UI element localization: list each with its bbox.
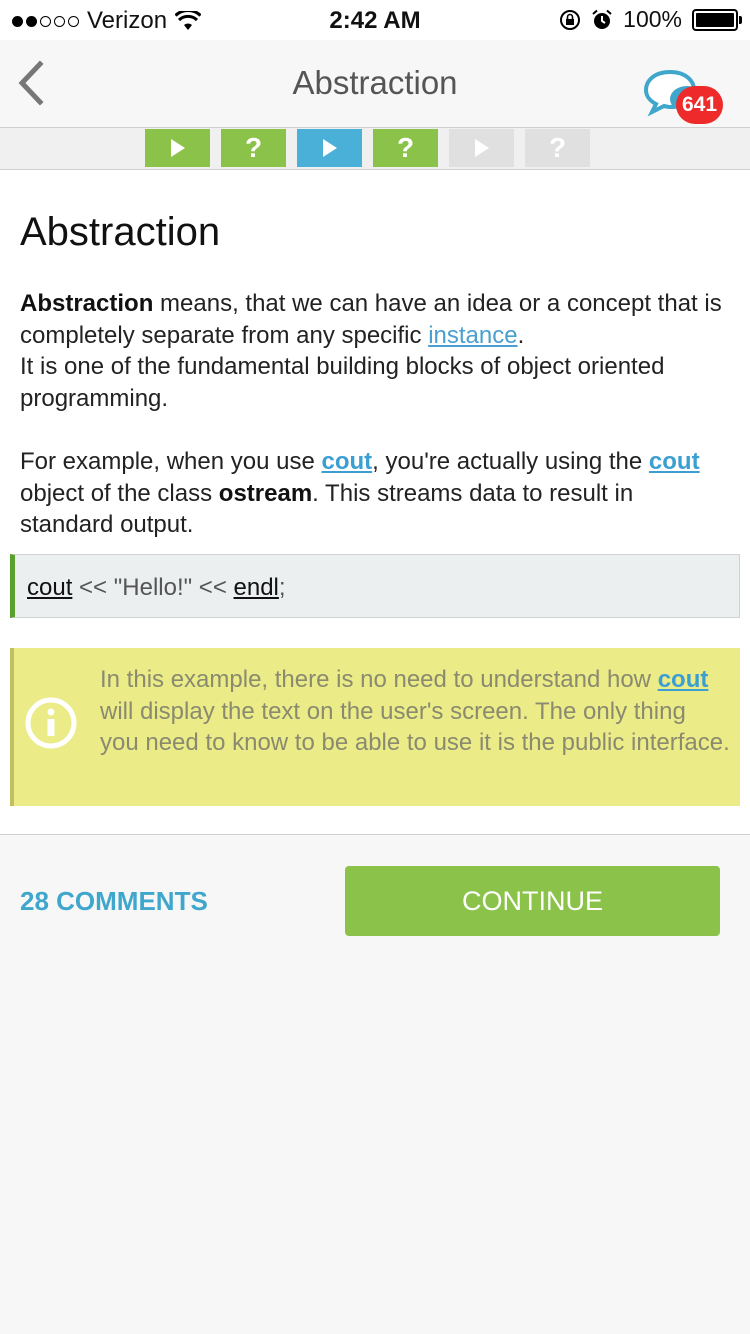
progress-step-3-play[interactable] (297, 129, 362, 167)
lesson-content: Abstraction Abstraction means, that we c… (0, 170, 750, 835)
cout-link[interactable]: cout (658, 666, 709, 693)
play-icon (170, 139, 185, 157)
instance-link[interactable]: instance (428, 322, 517, 349)
class-name-bold: ostream (218, 479, 313, 507)
lesson-heading: Abstraction (20, 210, 221, 254)
lesson-paragraph-1: Abstraction means, that we can have an i… (20, 288, 725, 414)
code-text: << "Hello!" << (72, 574, 234, 601)
info-note: In this example, there is no need to und… (10, 648, 740, 806)
paragraph-text: object of the class (20, 479, 219, 507)
chat-count-badge: 641 (676, 86, 724, 124)
progress-step-6-quiz[interactable]: ? (525, 129, 590, 167)
progress-step-4-quiz[interactable]: ? (373, 129, 438, 167)
info-note-text: In this example, there is no need to und… (100, 664, 730, 759)
play-icon (474, 139, 489, 157)
code-token-endl[interactable]: endl (234, 574, 279, 601)
term-bold: Abstraction (20, 290, 154, 317)
quiz-icon: ? (244, 132, 263, 163)
code-block: cout << "Hello!" << endl; (10, 554, 740, 618)
page-title: Abstraction (292, 64, 458, 101)
continue-button[interactable]: CONTINUE (345, 866, 720, 936)
note-text: will display the text on the user's scre… (100, 697, 730, 757)
comments-button[interactable]: 28 COMMENTS (20, 886, 208, 917)
quiz-icon: ? (396, 132, 415, 163)
cout-link[interactable]: cout (649, 448, 700, 475)
code-text: ; (278, 574, 286, 601)
progress-step-1-play[interactable] (145, 129, 210, 167)
code-token-cout[interactable]: cout (27, 574, 72, 601)
quiz-icon: ? (548, 132, 567, 163)
orientation-lock-icon (560, 9, 581, 30)
alarm-icon (592, 9, 612, 29)
battery-icon (692, 8, 742, 31)
paragraph-text: It is one of the fundamental building bl… (20, 353, 665, 412)
status-right: 100% (559, 6, 742, 33)
status-bar: Verizon 2:42 AM 100% (0, 0, 750, 40)
lesson-paragraph-2: For example, when you use cout, you're a… (20, 446, 725, 541)
note-text: In this example, there is no need to und… (100, 666, 658, 693)
cout-link[interactable]: cout (322, 448, 373, 475)
progress-step-2-quiz[interactable]: ? (221, 129, 286, 167)
battery-percent: 100% (623, 6, 682, 32)
progress-step-5-play[interactable] (449, 129, 514, 167)
progress-steps: ??? (145, 129, 590, 167)
play-icon (322, 139, 337, 157)
lesson-progress-bar: ??? (0, 128, 750, 170)
paragraph-text: , you're actually using the (372, 448, 649, 475)
nav-bar: Abstraction 641 (0, 40, 750, 128)
info-icon (25, 697, 77, 749)
battery-fill (696, 12, 734, 27)
paragraph-text: For example, when you use (20, 448, 322, 475)
paragraph-text: . (517, 321, 525, 349)
